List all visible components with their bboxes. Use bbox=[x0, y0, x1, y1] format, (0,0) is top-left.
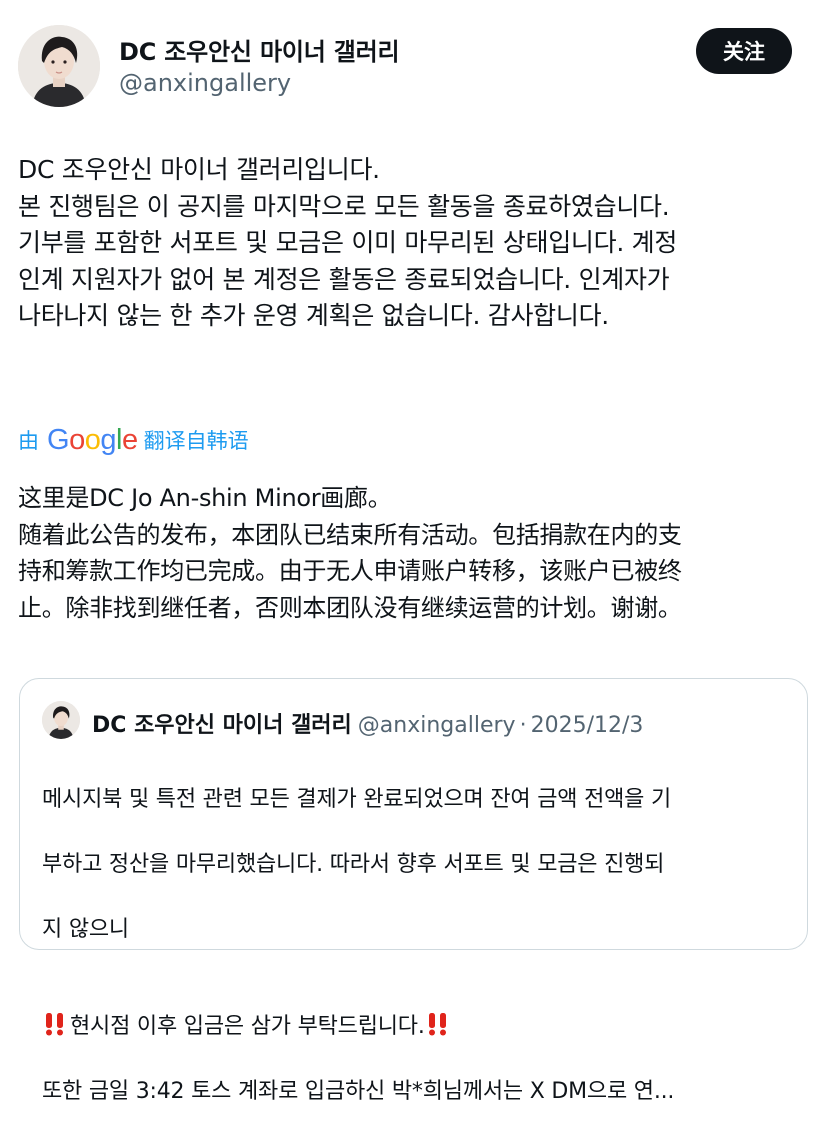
google-logo: Google bbox=[47, 423, 138, 456]
quoted-line: 부하고 정산을 마무리했습니다. 따라서 향후 서포트 및 모금은 진행되 bbox=[42, 851, 665, 877]
quoted-alert-line: 현시점 이후 입금은 삼가 부탁드립니다. bbox=[42, 979, 794, 1044]
follow-button[interactable]: 关注 bbox=[696, 28, 792, 74]
quoted-alert-text: 현시점 이후 입금은 삼가 부탁드립니다. bbox=[70, 1014, 425, 1039]
user-handle[interactable]: @anxingallery bbox=[119, 69, 291, 97]
translated-by-label: 由 bbox=[18, 429, 39, 453]
double-exclamation-icon bbox=[46, 1013, 63, 1036]
double-exclamation-icon bbox=[428, 1013, 446, 1036]
post-header: DC 조우안신 마이너 갤러리 @anxingallery 关注 bbox=[18, 22, 810, 112]
translated-from-label: 翻译自韩语 bbox=[143, 429, 249, 453]
quoted-text: 메시지북 및 특전 관련 모든 결제가 완료되었으며 잔여 금액 전액을 기 부… bbox=[42, 751, 794, 1141]
quoted-line: 또한 금일 3:42 토스 계좌로 입금하신 박*희님께서는 X DM으로 연.… bbox=[42, 1079, 675, 1104]
translated-text: 这里是DC Jo An-shin Minor画廊。 随着此公告的发布，本团队已结… bbox=[18, 484, 682, 622]
display-name[interactable]: DC 조우안신 마이너 갤러리 bbox=[119, 32, 400, 67]
post-text: DC 조우안신 마이너 갤러리입니다. 본 진행팀은 이 공지를 마지막으로 모… bbox=[18, 155, 678, 330]
quoted-avatar[interactable] bbox=[42, 701, 80, 739]
avatar[interactable] bbox=[18, 25, 100, 107]
quoted-line: 메시지북 및 특전 관련 모든 결제가 완료되었으며 잔여 금액 전액을 기 bbox=[42, 786, 672, 812]
quoted-date: 2025/12/3 bbox=[530, 713, 644, 738]
quoted-handle: @anxingallery bbox=[357, 713, 516, 738]
quoted-separator: · bbox=[519, 713, 527, 738]
quoted-post[interactable]: DC 조우안신 마이너 갤러리 @anxingallery · 2025/12/3 메… bbox=[19, 678, 808, 1104]
translation-attribution[interactable]: 由 Google 翻译自韩语 bbox=[18, 420, 249, 460]
quoted-display-name: DC 조우안신 마이너 갤러리 bbox=[92, 713, 352, 738]
quoted-line: 지 않으니 bbox=[42, 916, 129, 942]
quoted-header: DC 조우안신 마이너 갤러리 @anxingallery · 2025/12/3 bbox=[92, 707, 643, 739]
